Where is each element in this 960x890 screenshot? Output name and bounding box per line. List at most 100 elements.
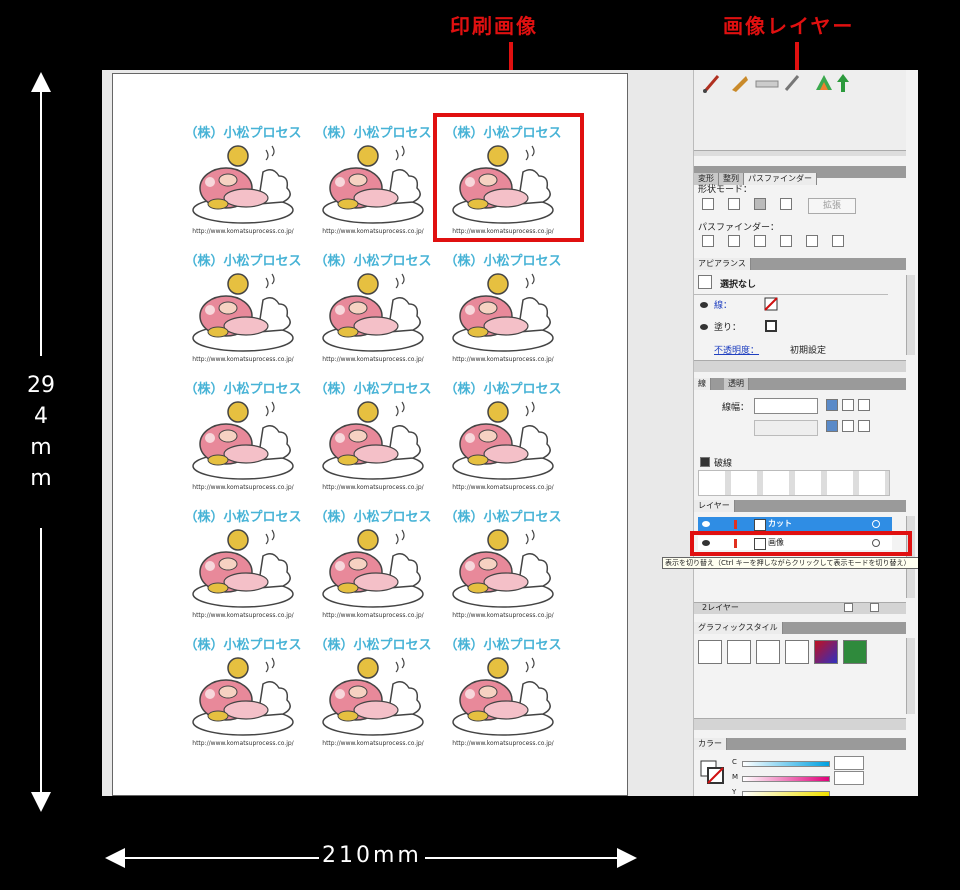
tab-stroke[interactable]: 線 [694, 378, 711, 390]
stroke-weight-input[interactable] [754, 398, 818, 414]
exclude-icon[interactable] [780, 198, 792, 210]
join-round-icon[interactable] [842, 420, 854, 432]
join-bevel-icon[interactable] [858, 420, 870, 432]
sticker-card[interactable]: （株）小松プロセス http://www.komatsuprocess.co.jp… [308, 250, 438, 368]
crop-icon[interactable] [780, 235, 792, 247]
sticker-title: （株）小松プロセス [184, 126, 302, 141]
new-layer-icon[interactable] [844, 603, 853, 612]
sticker-title: （株）小松プロセス [314, 510, 432, 525]
sticker-title: （株）小松プロセス [184, 638, 302, 653]
sticker-card[interactable]: （株）小松プロセス http://www.komatsuprocess.co.jp… [178, 122, 308, 240]
stroke-weight-label: 線幅： [722, 403, 750, 413]
graphic-style-6[interactable] [843, 640, 867, 664]
sticker-card[interactable]: （株）小松プロセス http://www.komatsuprocess.co.jp… [308, 122, 438, 240]
color-channel-c-input[interactable] [834, 756, 864, 770]
sticker-card[interactable]: （株）小松プロセス http://www.komatsuprocess.co.jp… [178, 634, 308, 752]
unite-icon[interactable] [702, 198, 714, 210]
sticker-card[interactable]: （株）小松プロセス http://www.komatsuprocess.co.jp… [178, 378, 308, 496]
tab-transparency[interactable]: 透明 [724, 378, 749, 390]
divide-icon[interactable] [702, 235, 714, 247]
sticker-card[interactable]: （株）小松プロセス http://www.komatsuprocess.co.jp… [438, 634, 568, 752]
outline-icon[interactable] [806, 235, 818, 247]
expand-button[interactable]: 拡張 [808, 198, 856, 214]
appearance-stroke-label[interactable]: 線： [714, 298, 732, 311]
merge-icon[interactable] [754, 235, 766, 247]
color-channel-m-input[interactable] [834, 771, 864, 785]
dash-gap-fields[interactable] [698, 470, 890, 496]
appearance-opacity-value: 初期設定 [790, 346, 827, 356]
color-channel-m-label: M [732, 773, 739, 781]
sticker-title: （株）小松プロセス [444, 254, 562, 269]
intersect-icon[interactable] [754, 198, 766, 210]
cap-square-icon[interactable] [858, 399, 870, 411]
graphic-style-5[interactable] [814, 640, 838, 664]
eye-icon[interactable] [702, 521, 710, 527]
sticker-url: http://www.komatsuprocess.co.jp/ [192, 740, 294, 747]
sticker-title: （株）小松プロセス [444, 382, 562, 397]
fill-stroke-proxy-icon[interactable] [700, 760, 724, 784]
dashed-checkbox[interactable] [700, 457, 710, 467]
layer-target-icon[interactable] [872, 520, 880, 528]
pathfinders-label: パスファインダー： [698, 223, 780, 233]
tools-panel [694, 70, 906, 156]
mascot-illustration [192, 145, 294, 224]
mascot-illustration [192, 529, 294, 608]
sticker-card[interactable]: （株）小松プロセス http://www.komatsuprocess.co.jp… [178, 250, 308, 368]
sticker-url: http://www.komatsuprocess.co.jp/ [322, 228, 424, 235]
minus-front-icon[interactable] [728, 198, 740, 210]
print-image-highlight-box [433, 113, 584, 242]
sticker-title: （株）小松プロセス [444, 510, 562, 525]
stroke-none-swatch[interactable] [764, 297, 778, 311]
tab-layers[interactable]: レイヤー [694, 500, 735, 512]
arrow-up-icon [837, 74, 849, 92]
eye-icon[interactable] [700, 324, 708, 330]
mascot-illustration [322, 273, 424, 352]
tab-color[interactable]: カラー [694, 738, 727, 750]
sticker-url: http://www.komatsuprocess.co.jp/ [322, 740, 424, 747]
mascot-illustration [452, 401, 554, 480]
sticker-card[interactable]: （株）小松プロセス http://www.komatsuprocess.co.jp… [438, 378, 568, 496]
join-miter-icon[interactable] [826, 420, 838, 432]
print-image-annotation-label: 印刷画像 [450, 14, 538, 38]
tab-pathfinder[interactable]: パスファインダー [744, 173, 817, 185]
layer-row-cut[interactable]: カット [698, 517, 892, 531]
sticker-card[interactable]: （株）小松プロセス http://www.komatsuprocess.co.jp… [438, 506, 568, 624]
color-channel-m-slider[interactable] [742, 776, 830, 782]
sticker-title: （株）小松プロセス [184, 382, 302, 397]
graphic-style-2[interactable] [727, 640, 751, 664]
sticker-card[interactable]: （株）小松プロセス http://www.komatsuprocess.co.jp… [308, 378, 438, 496]
tab-graphic-styles[interactable]: グラフィックスタイル [694, 622, 783, 634]
scrollbar[interactable] [906, 638, 915, 714]
graphic-style-4[interactable] [785, 640, 809, 664]
scrollbar[interactable] [906, 275, 915, 355]
graphic-style-3[interactable] [756, 640, 780, 664]
color-channel-c-slider[interactable] [742, 761, 830, 767]
trash-icon[interactable] [870, 603, 879, 612]
cap-round-icon[interactable] [842, 399, 854, 411]
sticker-card[interactable]: （株）小松プロセス http://www.komatsuprocess.co.jp… [178, 506, 308, 624]
sticker-title: （株）小松プロセス [314, 254, 432, 269]
sticker-url: http://www.komatsuprocess.co.jp/ [192, 356, 294, 363]
cap-butt-icon[interactable] [826, 399, 838, 411]
sticker-url: http://www.komatsuprocess.co.jp/ [322, 356, 424, 363]
tab-appearance[interactable]: アピアランス [694, 258, 751, 270]
image-layer-highlight-box [690, 531, 912, 556]
appearance-fill-label[interactable]: 塗り： [714, 320, 741, 333]
sticker-card[interactable]: （株）小松プロセス http://www.komatsuprocess.co.jp… [308, 634, 438, 752]
sticker-url: http://www.komatsuprocess.co.jp/ [192, 484, 294, 491]
minus-back-icon[interactable] [832, 235, 844, 247]
sticker-card[interactable]: （株）小松プロセス http://www.komatsuprocess.co.jp… [438, 250, 568, 368]
sticker-card[interactable]: （株）小松プロセス http://www.komatsuprocess.co.jp… [308, 506, 438, 624]
color-channel-y-slider[interactable] [742, 791, 830, 796]
trim-icon[interactable] [728, 235, 740, 247]
sticker-url: http://www.komatsuprocess.co.jp/ [192, 228, 294, 235]
graphic-style-default[interactable] [698, 640, 722, 664]
mascot-illustration [452, 529, 554, 608]
fill-white-swatch[interactable] [765, 320, 777, 332]
mesh-gradient-icon [816, 75, 832, 90]
layer-name[interactable]: カット [768, 517, 792, 531]
eye-icon[interactable] [700, 302, 708, 308]
sticker-url: http://www.komatsuprocess.co.jp/ [322, 612, 424, 619]
appearance-opacity-label[interactable]: 不透明度： [714, 343, 759, 356]
height-dimension-label: 294mm [27, 373, 55, 491]
